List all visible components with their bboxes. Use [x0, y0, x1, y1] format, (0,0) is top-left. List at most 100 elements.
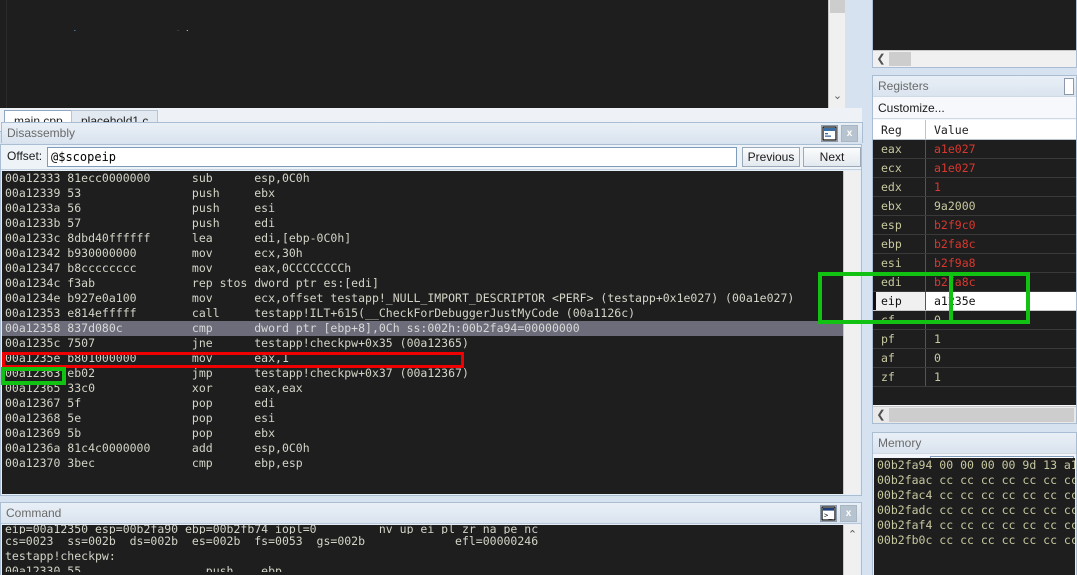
disassembly-line[interactable]: 00a1236a 81c4c0000000 add esp,0C0h	[2, 441, 843, 456]
chevron-left-icon[interactable]: ❮	[874, 407, 888, 423]
register-row[interactable]: eax a1e027	[873, 140, 1076, 159]
panel-title-text: Memory	[878, 436, 922, 450]
customize-button[interactable]: Customize...	[873, 97, 1076, 119]
register-row[interactable]: edi b2fa8c	[873, 273, 1076, 292]
panel-title-text: Disassembly	[7, 126, 76, 140]
disassembly-line[interactable]: 00a12339 53 push ebx	[2, 186, 843, 201]
disassembly-line[interactable]: 00a1233a 56 push esi	[2, 201, 843, 216]
register-row[interactable]: eip a1235e	[873, 292, 1076, 311]
disassembly-line[interactable]: 00a12358 837d080c cmp dword ptr [ebp+8],…	[2, 321, 843, 336]
disassembly-line[interactable]: 00a12347 b8cccccccc mov eax,0CCCCCCCCh	[2, 261, 843, 276]
column-header-value: Value	[934, 123, 969, 137]
command-output-line: eip=00a12350 esp=00b2fa90 ebp=00b2fb74 i…	[5, 525, 539, 534]
disassembly-panel-title: Disassembly x	[1, 122, 863, 143]
offset-input[interactable]	[47, 147, 737, 167]
registers-rows: eax a1e027 ecx a1e027 edx 1 ebx 9a2000 esp b2f9c0…	[873, 140, 1076, 387]
disassembly-panel: Disassembly x Offset: Previous Next 00a1…	[0, 122, 863, 496]
close-icon[interactable]: x	[841, 125, 858, 142]
registers-panel: Registers Customize... Reg Value eax a1e0…	[872, 75, 1077, 424]
previous-button[interactable]: Previous	[742, 147, 800, 167]
command-panel-title: Command >_ x	[1, 503, 861, 524]
register-row[interactable]: af 0	[873, 349, 1076, 368]
editor-vertical-scrollbar[interactable]: ⌄	[828, 0, 845, 108]
disassembly-line[interactable]: 00a1234c f3ab rep stos dword ptr es:[edi…	[2, 276, 843, 291]
disassembly-line[interactable]: 00a1235e b801000000 mov eax,1	[2, 351, 843, 366]
command-panel: Command >_ x eip=00a12350 esp=00b2fa90 e…	[0, 502, 862, 575]
register-name: ecx	[873, 159, 926, 177]
register-value: 9a2000	[934, 199, 976, 213]
memory-dump[interactable]: 00b2fa94 00 00 00 00 9d 13 a1 00b2faac cc…	[874, 458, 1075, 575]
register-value: 0	[934, 351, 941, 365]
register-name: ebx	[873, 197, 926, 215]
register-row[interactable]: esp b2f9c0	[873, 216, 1076, 235]
register-row[interactable]: pf 1	[873, 330, 1076, 349]
register-value: a1e027	[934, 161, 976, 175]
disassembly-line[interactable]: 00a12367 5f pop edi	[2, 396, 843, 411]
registers-window-icon[interactable]	[1064, 78, 1074, 95]
disassembly-line[interactable]: 00a12353 e814efffff call testapp!ILT+615…	[2, 306, 843, 321]
locals-horizontal-scrollbar[interactable]: ❮	[873, 50, 1076, 67]
memory-line: 00b2fadc cc cc cc cc cc cc cc	[877, 503, 1075, 517]
register-name: eip	[873, 292, 926, 310]
memory-line: 00b2faac cc cc cc cc cc cc cc	[877, 473, 1075, 487]
disassembly-vertical-scrollbar[interactable]	[843, 171, 860, 494]
register-row[interactable]: cf 0	[873, 311, 1076, 330]
registers-horizontal-scrollbar[interactable]: ❮	[873, 406, 1076, 423]
svg-text:>_: >_	[824, 512, 833, 520]
register-value: b2fa8c	[934, 237, 976, 251]
disassembly-line[interactable]: 00a12368 5e pop esi	[2, 411, 843, 426]
chevron-up-icon[interactable]: ⌃	[844, 527, 861, 543]
disassembly-line[interactable]: 00a12370 3bec cmp ebp,esp	[2, 456, 843, 471]
register-value: a1235e	[926, 292, 1076, 310]
register-row[interactable]: esi b2f9a8	[873, 254, 1076, 273]
register-value: 1	[934, 180, 941, 194]
scrollbar-thumb[interactable]	[889, 408, 1074, 422]
next-button[interactable]: Next	[803, 147, 861, 167]
register-name: esp	[873, 216, 926, 234]
registers-panel-title: Registers	[873, 76, 1076, 97]
disassembly-line[interactable]: 00a12333 81ecc0000000 sub esp,0C0h	[2, 171, 843, 186]
close-icon[interactable]: x	[840, 505, 857, 522]
registers-table-header: Reg Value	[873, 120, 1076, 140]
disassembly-window-icon[interactable]	[821, 125, 838, 142]
registers-table[interactable]: Reg Value eax a1e027 ecx a1e027 edx 1 ebx 9a200…	[873, 120, 1076, 405]
register-name: pf	[873, 330, 926, 348]
register-name: eax	[873, 140, 926, 158]
disassembly-line[interactable]: 00a12363 eb02 jmp testapp!checkpw+0x37 (…	[2, 366, 843, 381]
disassembly-line[interactable]: 00a1233c 8dbd40ffffff lea edi,[ebp-0C0h]	[2, 231, 843, 246]
source-code-editor[interactable]: using namespace std; int checkpw(int pwd…	[0, 0, 845, 108]
disassembly-listing[interactable]: 00a12333 81ecc0000000 sub esp,0C0h 00a123…	[2, 171, 843, 494]
register-row[interactable]: ebx 9a2000	[873, 197, 1076, 216]
disassembly-line[interactable]: 00a12365 33c0 xor eax,eax	[2, 381, 843, 396]
chevron-down-icon[interactable]: ⌄	[829, 88, 845, 105]
disassembly-line[interactable]: 00a1235c 7507 jne testapp!checkpw+0x35 (…	[2, 336, 843, 351]
register-name: zf	[873, 368, 926, 386]
offset-label: Offset:	[7, 149, 43, 163]
right-docked-panels: ❮ Registers Customize... Reg Value eax a1…	[870, 0, 1077, 575]
scrollbar-thumb[interactable]	[830, 0, 845, 13]
window-glyph	[822, 126, 837, 141]
register-row[interactable]: ecx a1e027	[873, 159, 1076, 178]
chevron-left-icon[interactable]: ❮	[874, 51, 888, 67]
memory-panel: Memory Virtual: 00b2fa94 00 00 00 00 9d …	[872, 432, 1077, 575]
command-output[interactable]: eip=00a12350 esp=00b2fa90 ebp=00b2fb74 i…	[2, 525, 843, 575]
locals-panel[interactable]: ❮	[872, 0, 1077, 68]
editor-code-lines: using namespace std; int checkpw(int pwd…	[0, 0, 845, 108]
scrollbar-thumb[interactable]	[889, 52, 911, 66]
register-name: cf	[873, 311, 926, 329]
column-header-reg: Reg	[873, 120, 926, 139]
memory-line: 00b2faf4 cc cc cc cc cc cc cc	[877, 518, 1075, 532]
register-value: a1e027	[934, 142, 976, 156]
register-row[interactable]: edx 1	[873, 178, 1076, 197]
disassembly-line[interactable]: 00a12369 5b pop ebx	[2, 426, 843, 441]
register-row[interactable]: ebp b2fa8c	[873, 235, 1076, 254]
disassembly-line[interactable]: 00a1233b 57 push edi	[2, 216, 843, 231]
panel-title-text: Command	[6, 506, 62, 520]
command-vertical-scrollbar[interactable]: ⌃	[843, 525, 860, 575]
command-prompt-icon[interactable]: >_	[820, 505, 837, 522]
disassembly-line[interactable]: 00a1234e b927e0a100 mov ecx,offset testa…	[2, 291, 843, 306]
disassembly-line[interactable]: 00a12342 b930000000 mov ecx,30h	[2, 246, 843, 261]
register-row[interactable]: zf 1	[873, 368, 1076, 387]
disassembly-toolbar: Offset: Previous Next	[1, 145, 861, 170]
